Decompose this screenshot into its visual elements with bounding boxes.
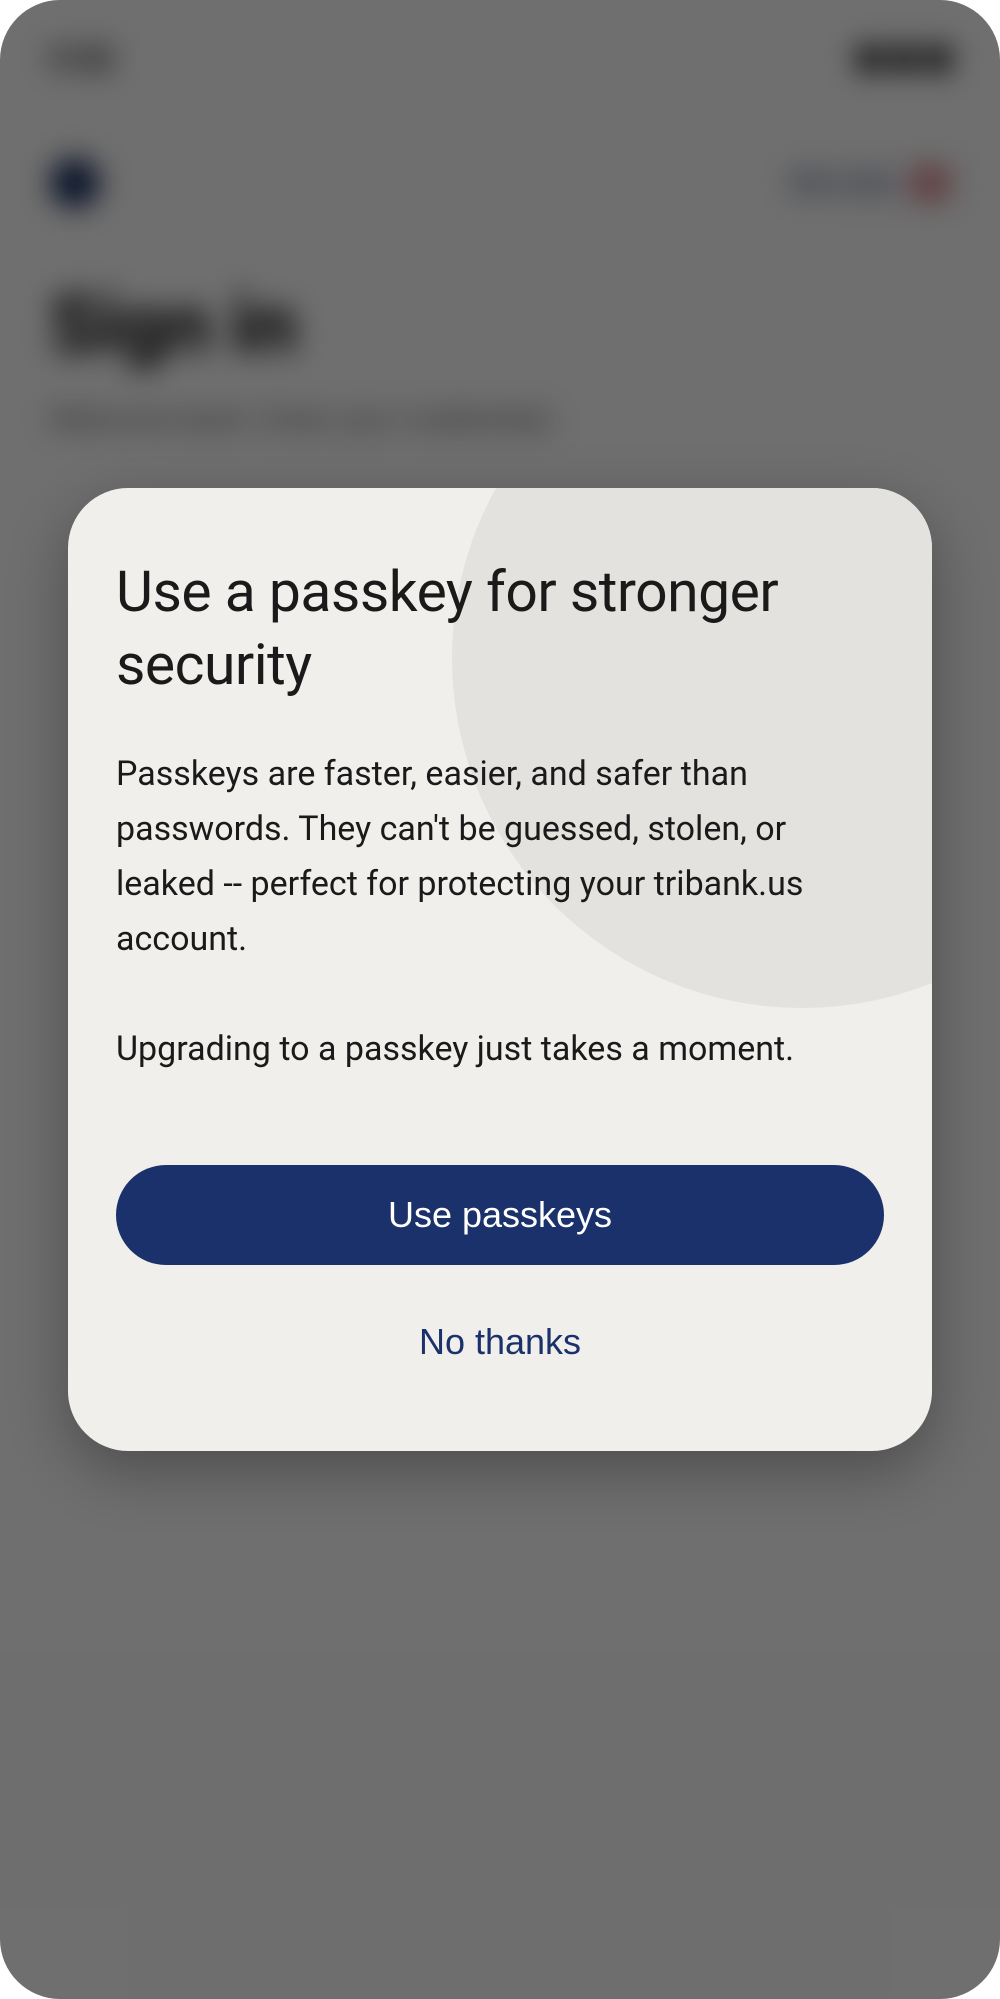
no-thanks-button[interactable]: No thanks bbox=[116, 1301, 884, 1391]
modal-body: Passkeys are faster, easier, and safer t… bbox=[116, 747, 884, 1077]
modal-title: Use a passkey for stronger security bbox=[116, 556, 884, 702]
modal-body-p1: Passkeys are faster, easier, and safer t… bbox=[116, 747, 884, 967]
modal-body-p2: Upgrading to a passkey just takes a mome… bbox=[116, 1022, 884, 1077]
passkey-modal: Use a passkey for stronger security Pass… bbox=[68, 488, 932, 1451]
phone-frame: 9:30 EN (US) Sign in Welcome back. Enter… bbox=[0, 0, 1000, 1999]
use-passkeys-button[interactable]: Use passkeys bbox=[116, 1165, 884, 1265]
